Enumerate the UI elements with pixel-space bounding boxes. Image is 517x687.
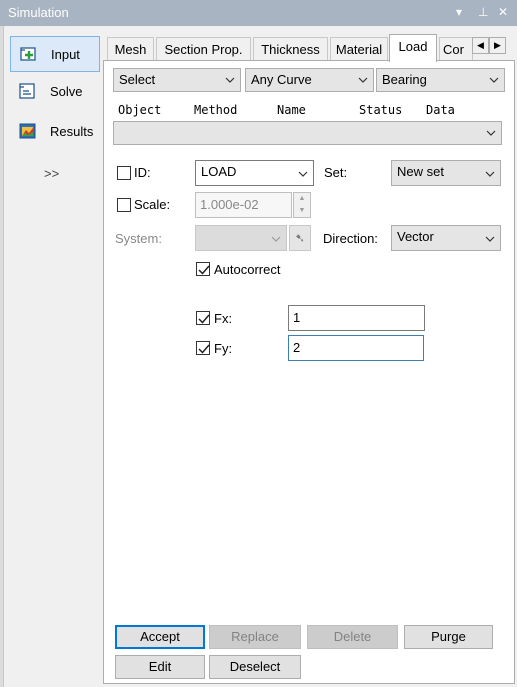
- chevron-down-icon: [271, 232, 281, 242]
- load-panel: [103, 60, 515, 684]
- object-list-dropdown[interactable]: [113, 121, 502, 145]
- set-label: Set:: [324, 165, 348, 180]
- select-mode-dropdown[interactable]: Select: [113, 68, 241, 92]
- deselect-button[interactable]: Deselect: [209, 655, 301, 679]
- autocorrect-checkbox[interactable]: [196, 262, 210, 276]
- fx-value: 1: [293, 310, 301, 325]
- system-label: System:: [115, 231, 162, 246]
- set-dropdown[interactable]: New set: [391, 160, 501, 186]
- checkmark-icon: [198, 265, 210, 275]
- sidebar-item-label: Input: [51, 47, 80, 62]
- fx-label: Fx:: [214, 311, 233, 326]
- window-titlebar: Simulation ▾ ⊥ ✕: [0, 0, 517, 26]
- chevron-down-icon: [485, 167, 495, 177]
- spin-down-icon[interactable]: ▼: [294, 205, 310, 217]
- pick-cursor-button[interactable]: ➷: [289, 225, 311, 251]
- delete-button[interactable]: Delete: [307, 625, 398, 649]
- accept-button[interactable]: Accept: [115, 625, 205, 649]
- tab-scroll-left-button[interactable]: ◀: [472, 37, 489, 54]
- scale-label: Scale:: [134, 197, 171, 212]
- fy-label: Fy:: [214, 341, 233, 356]
- direction-label: Direction:: [323, 231, 378, 246]
- system-dropdown[interactable]: [195, 225, 287, 251]
- direction-value: Vector: [397, 229, 434, 244]
- tab-section-prop[interactable]: Section Prop.: [156, 37, 251, 61]
- entity-type-value: Any Curve: [251, 72, 312, 87]
- chevron-down-icon: [298, 167, 308, 177]
- column-header-method: Method: [194, 103, 238, 117]
- checkmark-icon: [198, 314, 210, 324]
- sidebar-item-label: Solve: [50, 84, 83, 99]
- edit-button[interactable]: Edit: [115, 655, 205, 679]
- sidebar-item-results[interactable]: Results: [10, 114, 100, 150]
- tab-strip: Mesh Section Prop. Thickness Material Lo…: [103, 34, 517, 62]
- input-icon: [20, 46, 38, 62]
- fy-input[interactable]: 2: [288, 335, 424, 361]
- fx-input[interactable]: 1: [288, 305, 425, 331]
- column-header-status: Status: [359, 103, 403, 117]
- scale-value: 1.000e-02: [200, 197, 259, 212]
- set-value: New set: [397, 164, 444, 179]
- sidebar-item-solve[interactable]: Solve: [10, 74, 100, 110]
- id-checkbox[interactable]: [117, 166, 131, 180]
- pin-icon[interactable]: ⊥: [478, 4, 488, 20]
- fx-checkbox[interactable]: [196, 311, 210, 325]
- chevron-down-icon: [485, 232, 495, 242]
- column-header-name: Name: [277, 103, 306, 117]
- expand-sidebar-button[interactable]: >>: [44, 166, 59, 181]
- results-icon: [19, 123, 37, 139]
- fy-value: 2: [293, 340, 301, 355]
- sidebar-item-input[interactable]: Input: [10, 36, 100, 72]
- window-title: Simulation: [8, 5, 69, 20]
- spin-up-icon[interactable]: ▲: [294, 193, 310, 205]
- chevron-right-icon: ▶: [494, 40, 501, 50]
- load-type-dropdown[interactable]: Bearing: [376, 68, 505, 92]
- load-type-value: Bearing: [382, 72, 427, 87]
- chevron-down-icon: [225, 73, 235, 83]
- purge-button[interactable]: Purge: [404, 625, 493, 649]
- scale-checkbox[interactable]: [117, 198, 131, 212]
- solve-icon: [19, 83, 37, 99]
- tab-scroll-right-button[interactable]: ▶: [489, 37, 506, 54]
- id-dropdown[interactable]: LOAD: [195, 160, 314, 186]
- close-icon[interactable]: ✕: [498, 4, 508, 20]
- tab-material[interactable]: Material: [330, 37, 388, 61]
- chevron-down-icon: [489, 73, 499, 83]
- cursor-icon: ➷: [294, 231, 306, 245]
- tab-cor[interactable]: Cor: [439, 37, 473, 61]
- scale-input[interactable]: 1.000e-02: [195, 192, 292, 218]
- tab-mesh[interactable]: Mesh: [107, 37, 154, 61]
- tab-thickness[interactable]: Thickness: [253, 37, 328, 61]
- checkmark-icon: [198, 344, 210, 354]
- entity-type-dropdown[interactable]: Any Curve: [245, 68, 374, 92]
- scale-spinner[interactable]: ▲ ▼: [293, 192, 311, 218]
- fy-checkbox[interactable]: [196, 341, 210, 355]
- chevron-down-icon: [358, 73, 368, 83]
- replace-button[interactable]: Replace: [209, 625, 301, 649]
- column-header-data: Data: [426, 103, 455, 117]
- id-label: ID:: [134, 165, 151, 180]
- autocorrect-label: Autocorrect: [214, 262, 281, 277]
- direction-dropdown[interactable]: Vector: [391, 225, 501, 251]
- column-header-object: Object: [118, 103, 162, 117]
- sidebar-item-label: Results: [50, 124, 94, 139]
- chevron-down-icon: [486, 126, 496, 136]
- tab-load[interactable]: Load: [389, 34, 437, 62]
- select-mode-value: Select: [119, 72, 156, 87]
- chevron-left-icon: ◀: [477, 40, 484, 50]
- id-value: LOAD: [201, 164, 237, 179]
- sidebar: Input Solve Results >>: [4, 26, 103, 687]
- dropdown-menu-icon[interactable]: ▾: [456, 4, 462, 20]
